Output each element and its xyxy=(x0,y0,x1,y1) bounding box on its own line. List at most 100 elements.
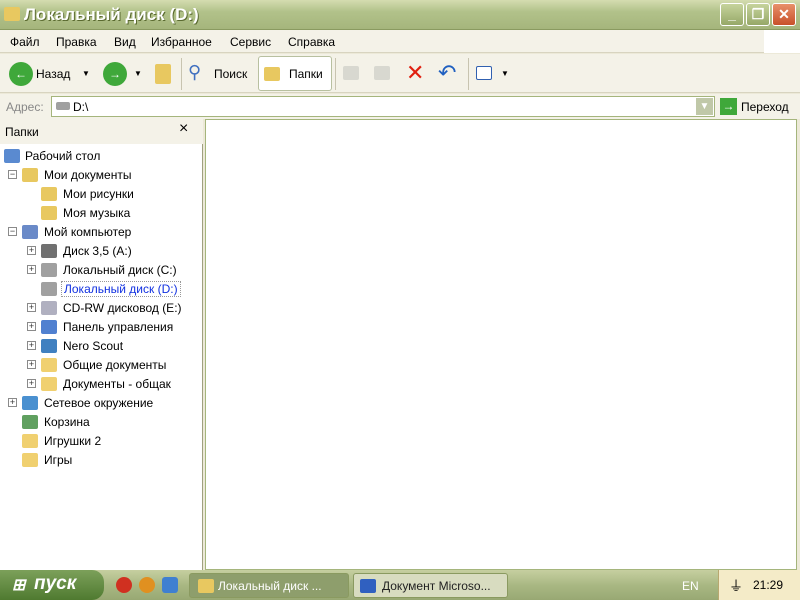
usb-device-icon[interactable]: ⏚ xyxy=(729,576,743,596)
tree-item[interactable]: Корзина xyxy=(0,413,200,431)
floppy-icon xyxy=(41,244,57,258)
my-computer-icon xyxy=(22,225,38,239)
tree-item[interactable]: Мои рисунки xyxy=(0,185,200,203)
search-icon: ⚲ xyxy=(188,62,202,82)
clock: 21:29 xyxy=(753,578,784,592)
go-arrow-icon[interactable]: → xyxy=(720,98,737,115)
folders-pane-header: Папки × xyxy=(0,119,203,144)
file-list[interactable] xyxy=(205,119,797,570)
tree-item[interactable]: + Локальный диск (C:) xyxy=(0,261,200,279)
title-bar[interactable]: Локальный диск (D:) _ ❐ ✕ xyxy=(0,0,800,30)
folders-button[interactable]: Папки xyxy=(258,56,332,91)
move-to-icon[interactable] xyxy=(343,66,359,80)
tree-item-label: CD-RW дисковод (E:) xyxy=(63,301,182,315)
tree-item[interactable]: + Общие документы xyxy=(0,356,200,374)
folders-label: Папки xyxy=(289,67,323,81)
tree-item-label: Игрушки 2 xyxy=(44,434,102,448)
my-pictures-icon xyxy=(41,187,57,201)
opera-icon[interactable] xyxy=(116,577,132,593)
minimize-button[interactable]: _ xyxy=(720,3,744,26)
menu-tools[interactable]: Сервис xyxy=(230,35,271,49)
menu-help[interactable]: Справка xyxy=(288,35,335,49)
tree-item[interactable]: Локальный диск (D:) xyxy=(0,280,200,298)
address-label: Адрес: xyxy=(6,100,44,114)
search-button[interactable]: Поиск xyxy=(214,67,247,81)
tree-item-label: Игры xyxy=(44,453,73,467)
expander-icon[interactable]: + xyxy=(27,303,36,312)
menu-view[interactable]: Вид xyxy=(114,35,136,49)
expander-icon[interactable]: − xyxy=(8,227,17,236)
go-button[interactable]: Переход xyxy=(741,100,789,114)
tree-item-label: Документы - общак xyxy=(63,377,171,391)
internet-explorer-icon[interactable] xyxy=(162,577,178,593)
tree-item[interactable]: + Документы - общак xyxy=(0,375,200,393)
hard-drive-icon xyxy=(41,282,57,296)
forward-dropdown-icon[interactable]: ▼ xyxy=(134,69,142,78)
undo-icon[interactable]: ↶ xyxy=(438,60,456,86)
expander-icon[interactable]: + xyxy=(27,322,36,331)
tree-item[interactable]: Моя музыка xyxy=(0,204,200,222)
folder-icon xyxy=(22,434,38,448)
task-word[interactable]: Документ Microso... xyxy=(353,573,508,598)
tree-item-label: Моя музыка xyxy=(63,206,131,220)
menu-file[interactable]: Файл xyxy=(10,35,40,49)
close-button[interactable]: ✕ xyxy=(772,3,796,26)
start-button[interactable]: ⊞ пуск xyxy=(0,570,104,600)
task-label: Документ Microso... xyxy=(382,579,491,593)
expander-icon[interactable]: + xyxy=(27,341,36,350)
delete-icon[interactable]: ✕ xyxy=(406,60,424,86)
restore-button[interactable]: ❐ xyxy=(746,3,770,26)
tree-item[interactable]: − Мой компьютер xyxy=(0,223,200,241)
tree-item[interactable]: Игрушки 2 xyxy=(0,432,200,450)
views-icon[interactable] xyxy=(476,66,492,80)
expander-icon[interactable]: + xyxy=(27,379,36,388)
expander-icon[interactable]: − xyxy=(8,170,17,179)
forward-button[interactable]: → xyxy=(103,62,127,86)
recycle-bin-icon xyxy=(22,415,38,429)
system-tray: ⏚ 21:29 xyxy=(718,570,800,600)
views-dropdown-icon[interactable]: ▼ xyxy=(501,69,509,78)
tree-item[interactable]: + Сетевое окружение xyxy=(0,394,200,412)
tree-item-label: Рабочий стол xyxy=(25,149,101,163)
tree-item[interactable]: Игры xyxy=(0,451,200,469)
tree-item[interactable]: Рабочий стол xyxy=(0,147,200,165)
word-document-icon xyxy=(360,579,376,593)
back-dropdown-icon[interactable]: ▼ xyxy=(82,69,90,78)
address-value: D:\ xyxy=(73,100,89,114)
folder-icon xyxy=(4,7,20,21)
tree-item[interactable]: − Мои документы xyxy=(0,166,200,184)
toolbar: ← Назад ▼ → ▼ ⚲ Поиск Папки ✕ ↶ ▼ xyxy=(0,54,800,93)
address-input[interactable]: D:\ ▼ xyxy=(51,96,715,117)
address-dropdown-button[interactable]: ▼ xyxy=(696,98,713,115)
tree-item[interactable]: + Панель управления xyxy=(0,318,200,336)
tree-item-label: Мои рисунки xyxy=(63,187,134,201)
close-pane-button[interactable]: × xyxy=(179,120,188,138)
nero-scout-icon xyxy=(41,339,57,353)
tree-item-label: Корзина xyxy=(44,415,90,429)
expander-icon[interactable]: + xyxy=(27,246,36,255)
menu-favorites[interactable]: Избранное xyxy=(151,35,212,49)
back-arrow-icon[interactable]: ← xyxy=(9,62,33,86)
tree-item[interactable]: + Диск 3,5 (A:) xyxy=(0,242,200,260)
windows-logo-icon xyxy=(764,30,800,53)
media-player-icon[interactable] xyxy=(139,577,155,593)
tree-item-label: Локальный диск (D:) xyxy=(61,281,181,297)
tree-item-label: Панель управления xyxy=(63,320,174,334)
expander-icon[interactable]: + xyxy=(27,360,36,369)
folder-icon xyxy=(41,358,57,372)
task-explorer[interactable]: Локальный диск ... xyxy=(189,573,349,598)
tree-item-label: Сетевое окружение xyxy=(44,396,154,410)
start-label: пуск xyxy=(34,573,77,594)
expander-icon[interactable]: + xyxy=(27,265,36,274)
language-indicator[interactable]: EN xyxy=(682,579,699,593)
menu-edit[interactable]: Правка xyxy=(56,35,97,49)
copy-to-icon[interactable] xyxy=(374,66,390,80)
folder-icon xyxy=(198,579,214,593)
tree-item-label: Мои документы xyxy=(44,168,132,182)
desktop-icon xyxy=(4,149,20,163)
up-folder-icon[interactable] xyxy=(155,64,171,84)
expander-icon[interactable]: + xyxy=(8,398,17,407)
tree-item[interactable]: + Nero Scout xyxy=(0,337,200,355)
tree-item[interactable]: + CD-RW дисковод (E:) xyxy=(0,299,200,317)
back-button[interactable]: Назад xyxy=(36,67,70,81)
